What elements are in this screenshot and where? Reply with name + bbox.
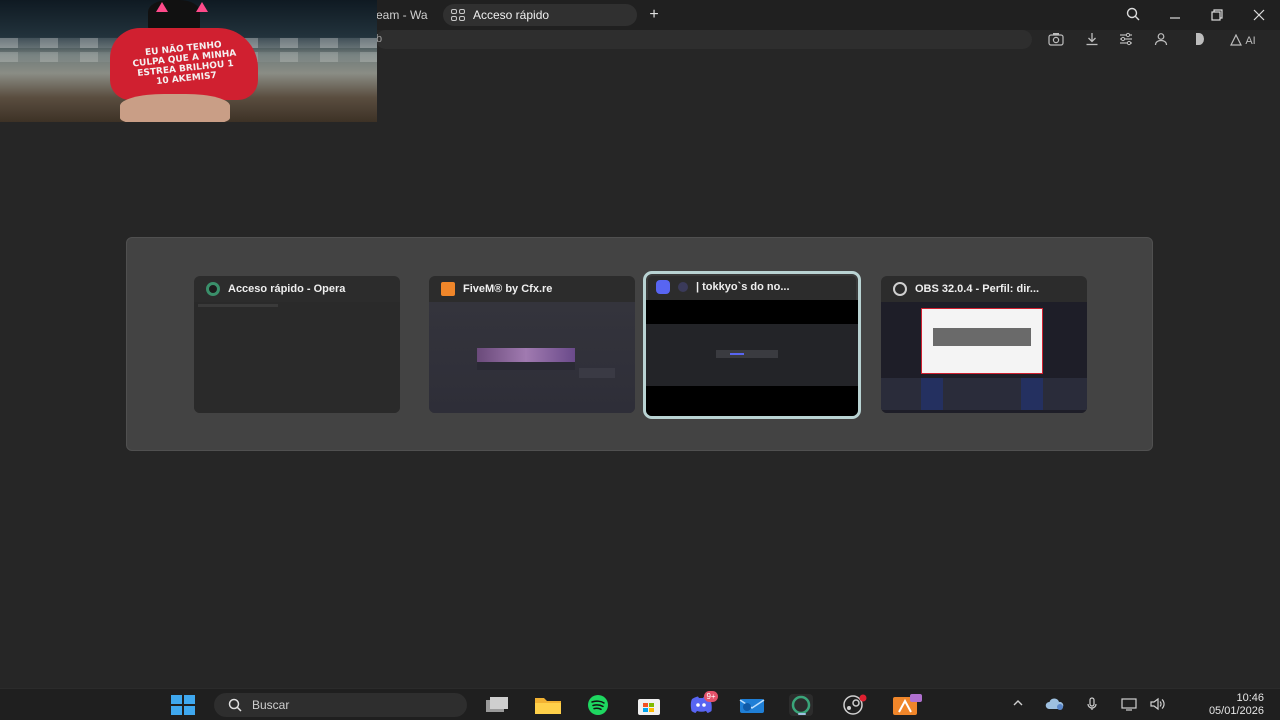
account-icon[interactable] <box>1153 32 1169 48</box>
window-preview <box>429 302 635 413</box>
webcam-person: EU NÃO TENHO CULPA QUE A MINHA ESTREA BR… <box>110 0 260 122</box>
mail-icon[interactable] <box>738 694 765 716</box>
windows-start-icon[interactable] <box>170 694 195 716</box>
window-card-header: FiveM® by Cfx.re <box>429 276 635 302</box>
preview-dialog <box>716 350 778 358</box>
discord-icon[interactable]: 9+ <box>688 691 718 716</box>
person-legs <box>120 94 230 122</box>
webcam-overlay: EU NÃO TENHO CULPA QUE A MINHA ESTREA BR… <box>0 0 377 122</box>
download-icon[interactable] <box>1084 32 1100 48</box>
chevron-up-icon[interactable] <box>1010 697 1026 713</box>
window-preview <box>194 302 400 413</box>
tab-acceso-rapido[interactable]: Acceso rápido <box>443 4 637 26</box>
search-icon <box>228 698 242 712</box>
steam-icon[interactable] <box>841 694 867 716</box>
opera-gx-icon[interactable] <box>789 694 813 716</box>
search-icon[interactable] <box>1123 6 1143 26</box>
window-title: OBS 32.0.4 - Perfil: dir... <box>915 283 1040 295</box>
microsoft-store-icon[interactable] <box>636 694 660 716</box>
task-view-icon[interactable] <box>484 694 508 716</box>
window-title: | tokkyo`s do no... <box>696 281 790 293</box>
window-card-opera[interactable]: Acceso rápido - Opera <box>194 276 400 413</box>
window-card-obs[interactable]: OBS 32.0.4 - Perfil: dir... <box>881 276 1087 413</box>
aria-ai-icon[interactable]: AI <box>1230 32 1264 48</box>
task-switcher: Acceso rápido - Opera FiveM® by Cfx.re |… <box>126 237 1153 451</box>
preview-panel <box>477 362 575 370</box>
window-card-fivem[interactable]: FiveM® by Cfx.re <box>429 276 635 413</box>
address-field[interactable]: b <box>376 30 1032 49</box>
battery-saver-icon[interactable] <box>1191 32 1207 48</box>
tab-label: Acceso rápido <box>473 8 550 22</box>
minimize-icon[interactable] <box>1165 6 1185 26</box>
preview-panel <box>579 368 615 378</box>
preview-mixer <box>881 378 1087 410</box>
volume-icon[interactable] <box>1148 697 1168 713</box>
file-explorer-icon[interactable] <box>534 694 561 716</box>
preview-banner <box>477 348 575 362</box>
restore-icon[interactable] <box>1207 6 1227 26</box>
preview-toolbar <box>198 304 278 307</box>
window-preview <box>881 302 1087 413</box>
window-card-discord[interactable]: | tokkyo`s do no... <box>643 271 861 419</box>
server-icon <box>678 282 688 292</box>
window-title: FiveM® by Cfx.re <box>463 283 553 295</box>
clock-date: 05/01/2026 <box>1208 705 1264 717</box>
preview-switcher <box>933 328 1031 346</box>
taskbar-search[interactable]: Buscar <box>214 693 467 717</box>
ai-label: AI <box>1245 35 1256 47</box>
fivem-icon[interactable] <box>892 694 922 716</box>
speed-dial-grid-icon <box>451 9 465 21</box>
cat-ear-icon <box>156 2 168 12</box>
opera-gx-icon <box>206 282 220 296</box>
window-preview <box>646 300 858 416</box>
camera-icon[interactable] <box>1048 32 1064 48</box>
network-icon[interactable] <box>1119 697 1139 713</box>
search-placeholder: Buscar <box>252 698 290 712</box>
discord-notification-badge: 9+ <box>704 691 718 702</box>
settings-sliders-icon[interactable] <box>1118 32 1134 48</box>
fivem-icon <box>441 282 455 296</box>
taskbar-clock[interactable]: 10:46 05/01/2026 <box>1180 692 1264 718</box>
spotify-icon[interactable] <box>586 694 610 716</box>
clock-time: 10:46 <box>1236 692 1264 704</box>
new-tab-button[interactable]: + <box>646 4 662 26</box>
windows-taskbar: Buscar 9+ 10:46 05/01/2026 <box>0 688 1280 720</box>
window-card-header: OBS 32.0.4 - Perfil: dir... <box>881 276 1087 302</box>
window-title: Acceso rápido - Opera <box>228 283 346 295</box>
active-app-indicator <box>798 713 806 715</box>
obs-icon <box>893 282 907 296</box>
window-card-header: Acceso rápido - Opera <box>194 276 400 302</box>
onedrive-icon[interactable] <box>1045 697 1065 713</box>
microphone-icon[interactable] <box>1084 697 1100 713</box>
tab-previous[interactable]: eam - Wa <box>376 4 436 26</box>
discord-icon <box>656 280 670 294</box>
cat-ear-icon <box>196 2 208 12</box>
preview-button <box>730 353 744 355</box>
close-icon[interactable] <box>1249 6 1269 26</box>
window-card-header: | tokkyo`s do no... <box>646 274 858 300</box>
